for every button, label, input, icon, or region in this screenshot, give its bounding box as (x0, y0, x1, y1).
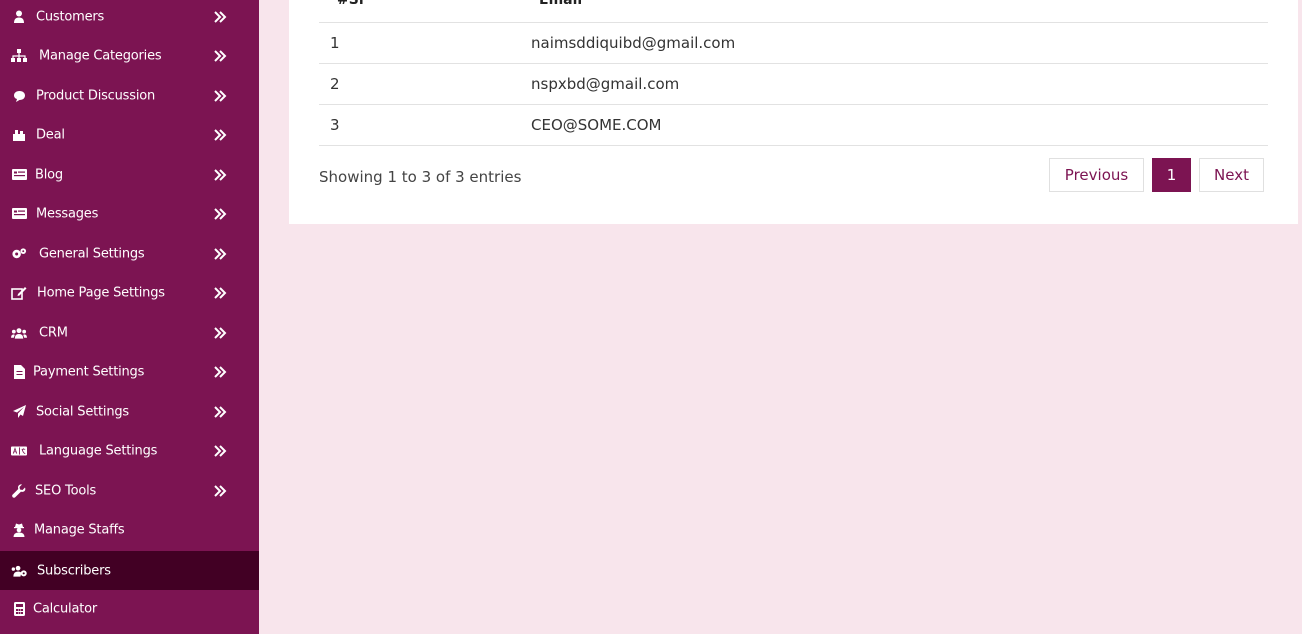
sidebar-item-subscribers[interactable]: Subscribers (0, 551, 259, 590)
sidebar-item-label: Language Settings (39, 443, 158, 458)
sidebar-item-label: Customers (36, 9, 105, 24)
sidebar-item-label: Payment Settings (33, 364, 145, 379)
row-email: naimsddiquibd@gmail.com (531, 34, 736, 52)
sidebar-item-seo-tools[interactable]: SEO Tools (0, 471, 259, 510)
table-row: 1 naimsddiquibd@gmail.com (319, 23, 1268, 64)
sidebar-item-customers[interactable]: Customers (0, 0, 259, 36)
sidebar-item-home-page-settings[interactable]: Home Page Settings (0, 273, 259, 312)
sidebar-item-messages[interactable]: Messages (0, 194, 259, 233)
previous-button[interactable]: Previous (1049, 158, 1144, 192)
sidebar-item-label: Deal (36, 127, 65, 142)
sidebar-item-label: Manage Categories (39, 48, 162, 63)
page-1-button[interactable]: 1 (1152, 158, 1191, 192)
sitemap-icon (11, 49, 27, 63)
table-header: #Sl Email (319, 0, 1268, 23)
chevron-double-right-icon (214, 247, 227, 260)
row-email: CEO@SOME.COM (531, 116, 662, 134)
language-icon (11, 444, 27, 458)
chevron-double-right-icon (214, 128, 227, 141)
calculator-icon (11, 601, 27, 616)
sidebar-item-label: Product Discussion (36, 88, 156, 103)
user-secret-icon (11, 523, 27, 537)
sidebar-item-product-discussion[interactable]: Product Discussion (0, 76, 259, 115)
column-header-email[interactable]: Email (539, 0, 582, 8)
user-icon (11, 10, 27, 24)
sidebar-item-label: Messages (36, 206, 99, 221)
comment-icon (11, 89, 27, 103)
next-button[interactable]: Next (1199, 158, 1264, 192)
sidebar-item-label: Calculator (33, 601, 98, 616)
cogs-icon (11, 247, 27, 261)
sidebar-item-label: Blog (35, 167, 63, 182)
sidebar-item-label: Social Settings (36, 404, 129, 419)
chevron-double-right-icon (214, 484, 227, 497)
chevron-double-right-icon (214, 326, 227, 339)
sidebar-item-language-settings[interactable]: Language Settings (0, 431, 259, 470)
column-header-sl[interactable]: #Sl (337, 0, 364, 8)
users-cog-icon (11, 564, 27, 578)
messages-icon (11, 207, 27, 221)
row-email: nspxbd@gmail.com (531, 75, 680, 93)
row-sl: 3 (330, 116, 340, 134)
sidebar-item-general-settings[interactable]: General Settings (0, 234, 259, 273)
sidebar-item-manage-staffs[interactable]: Manage Staffs (0, 510, 259, 549)
chevron-double-right-icon (214, 365, 227, 378)
table-row: 2 nspxbd@gmail.com (319, 64, 1268, 105)
sidebar-item-label: SEO Tools (35, 483, 97, 498)
wrench-icon (11, 483, 27, 498)
row-sl: 1 (330, 34, 340, 52)
sidebar-item-deal[interactable]: Deal (0, 115, 259, 154)
users-icon (11, 326, 27, 340)
chevron-double-right-icon (214, 49, 227, 62)
sidebar-item-crm[interactable]: CRM (0, 313, 259, 352)
file-invoice-icon (11, 364, 27, 379)
paper-plane-icon (11, 405, 27, 419)
table-row: 3 CEO@SOME.COM (319, 105, 1268, 146)
deal-icon (11, 128, 27, 142)
sidebar-item-label: General Settings (39, 246, 145, 261)
chevron-double-right-icon (214, 405, 227, 418)
chevron-double-right-icon (214, 168, 227, 181)
sidebar-item-label: Manage Staffs (34, 522, 125, 537)
sidebar: Customers Manage Categories Product Disc… (0, 0, 259, 634)
edit-icon (11, 286, 27, 300)
table-info: Showing 1 to 3 of 3 entries (319, 168, 522, 186)
sidebar-item-payment-settings[interactable]: Payment Settings (0, 352, 259, 391)
chevron-double-right-icon (214, 10, 227, 23)
chevron-double-right-icon (214, 89, 227, 102)
chevron-double-right-icon (214, 207, 227, 220)
chevron-double-right-icon (214, 444, 227, 457)
sidebar-item-calculator[interactable]: Calculator (0, 589, 259, 628)
sidebar-item-label: Home Page Settings (37, 285, 165, 300)
sidebar-item-manage-categories[interactable]: Manage Categories (0, 36, 259, 75)
sidebar-item-blog[interactable]: Blog (0, 155, 259, 194)
sidebar-item-label: CRM (39, 325, 68, 340)
sidebar-item-social-settings[interactable]: Social Settings (0, 392, 259, 431)
chevron-double-right-icon (214, 286, 227, 299)
sidebar-item-label: Subscribers (37, 563, 111, 578)
blog-icon (11, 168, 27, 182)
row-sl: 2 (330, 75, 340, 93)
